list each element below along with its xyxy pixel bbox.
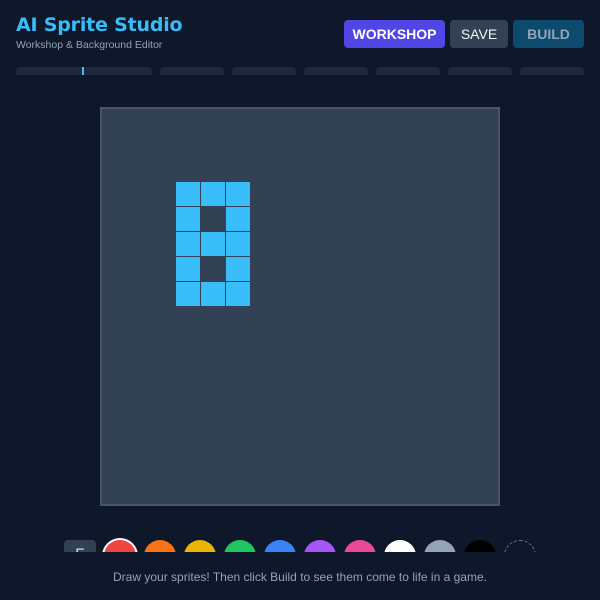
canvas-pixel[interactable] [176,182,200,206]
canvas-pixel[interactable] [226,182,250,206]
frame-slot[interactable] [304,67,368,75]
color-swatch[interactable] [104,540,136,552]
frame-cursor-marker [82,67,84,75]
instructions-text: Draw your sprites! Then click Build to s… [113,570,487,584]
color-swatch[interactable] [224,540,256,552]
canvas-pixel[interactable] [176,232,200,256]
color-swatch[interactable] [264,540,296,552]
toolbar: WORKSHOP SAVE BUILD [344,20,584,48]
color-swatch[interactable] [304,540,336,552]
canvas-pixel[interactable] [176,207,200,231]
color-palette: E + [0,538,600,552]
frame-strip [16,67,584,75]
eraser-tool-button[interactable]: E [64,540,96,552]
canvas-pixel[interactable] [176,282,200,306]
color-swatch[interactable] [464,540,496,552]
canvas-pixel[interactable] [226,257,250,281]
workshop-button[interactable]: WORKSHOP [344,20,445,48]
canvas-pixel[interactable] [201,182,225,206]
frame-slot[interactable] [376,67,440,75]
canvas-pixel[interactable] [226,282,250,306]
color-swatch[interactable] [144,540,176,552]
canvas-pixel[interactable] [201,232,225,256]
save-button[interactable]: SAVE [450,20,508,48]
frame-slot[interactable] [520,67,584,75]
build-button[interactable]: BUILD [513,20,584,48]
color-swatch[interactable] [384,540,416,552]
sprite-canvas[interactable] [100,107,500,506]
color-swatch[interactable] [424,540,456,552]
frame-slot[interactable] [160,67,224,75]
canvas-pixel[interactable] [226,207,250,231]
canvas-pixel[interactable] [226,232,250,256]
canvas-pixel[interactable] [201,282,225,306]
app-subtitle: Workshop & Background Editor [16,39,163,51]
color-swatch[interactable] [184,540,216,552]
app-header: AI Sprite Studio Workshop & Background E… [16,14,183,51]
frame-slot[interactable] [232,67,296,75]
frame-slot[interactable] [448,67,512,75]
app-title: AI Sprite Studio [16,14,183,36]
canvas-pixel[interactable] [176,257,200,281]
color-swatch[interactable] [344,540,376,552]
add-color-button[interactable]: + [504,540,536,552]
frame-slot[interactable] [16,67,152,75]
